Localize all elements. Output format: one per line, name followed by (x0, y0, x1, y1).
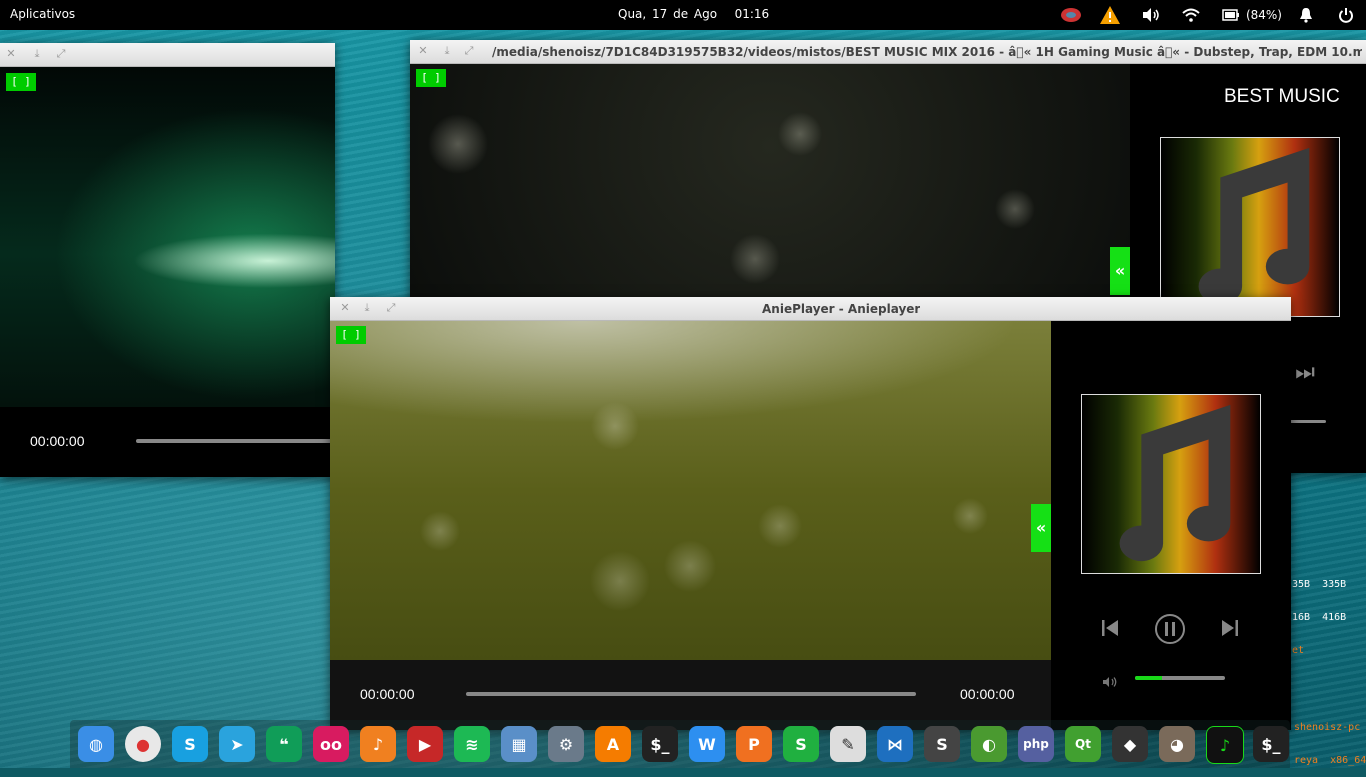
php-icon[interactable]: php (1018, 726, 1054, 762)
top-panel: Aplicativos Qua, 17 de Ago 01:16 (84%) (0, 0, 1366, 30)
sublime-icon[interactable]: S (924, 726, 960, 762)
chrome-icon[interactable]: ● (125, 726, 161, 762)
battery-percent: (84%) (1245, 8, 1282, 22)
maximize-icon[interactable]: ⤢ (54, 47, 68, 61)
music-icon[interactable]: ♪ (360, 726, 396, 762)
flickr-icon[interactable]: oo (313, 726, 349, 762)
maximize-icon[interactable]: ⤢ (462, 44, 476, 58)
album-cover (1081, 394, 1261, 574)
window-title: /media/shenoisz/7D1C84D319575B32/videos/… (492, 45, 1362, 59)
battery-indicator[interactable]: (84%) (1222, 5, 1282, 25)
text-editor-icon[interactable]: ✎ (830, 726, 866, 762)
warning-icon[interactable] (1098, 5, 1122, 25)
maximize-icon[interactable]: ⤢ (384, 301, 398, 315)
conky-line: et (1292, 645, 1305, 656)
minimize-icon[interactable]: ⤓ (360, 301, 374, 315)
music-note-icon (1119, 404, 1231, 562)
panel-time: 01:16 (734, 7, 770, 21)
conky-hostname: shenoisz-pc (1294, 722, 1361, 733)
window-title: AniePlayer - Anieplayer (762, 302, 921, 316)
volume-slider[interactable] (1135, 676, 1225, 680)
volume-bar[interactable] (1290, 420, 1326, 423)
fullscreen-tag[interactable]: [ ] (416, 69, 446, 87)
album-cover (1160, 137, 1340, 317)
elapsed-time: 00:00:00 (30, 433, 85, 449)
conky-arch: reya x86_64 (1294, 755, 1366, 766)
panel-clock[interactable]: Qua, 17 de Ago 01:16 (618, 7, 769, 21)
wifi-icon[interactable] (1180, 5, 1202, 25)
volume-level (1135, 676, 1162, 680)
fullscreen-tag[interactable]: [ ] (6, 73, 36, 91)
eclipse-icon[interactable]: ◐ (971, 726, 1007, 762)
minimize-icon[interactable]: ⤓ (440, 44, 454, 58)
player-window-left[interactable]: ✕ ⤓ ⤢ [ ] 00:00:00 (0, 43, 335, 477)
appcenter-icon[interactable]: A (595, 726, 631, 762)
close-icon[interactable]: ✕ (4, 47, 18, 61)
conky-net-stats: 35B 335B 16B 416B et (1292, 557, 1346, 667)
terminal2-icon[interactable]: $_ (1253, 726, 1289, 762)
elementary-icon[interactable]: ◍ (78, 726, 114, 762)
hangouts-icon[interactable]: ❝ (266, 726, 302, 762)
window-titlebar[interactable]: ✕ ⤓ ⤢ (0, 43, 335, 67)
minimize-icon[interactable]: ⤓ (30, 47, 44, 61)
volume-icon[interactable] (1140, 5, 1162, 25)
close-icon[interactable]: ✕ (416, 44, 430, 58)
wps-presentation-icon[interactable]: P (736, 726, 772, 762)
power-icon[interactable] (1336, 5, 1356, 25)
wps-writer-icon[interactable]: W (689, 726, 725, 762)
youtube-icon[interactable]: ▶ (407, 726, 443, 762)
battery-icon (1222, 9, 1239, 21)
sidebar-title: BEST MUSIC (1224, 86, 1340, 107)
total-duration: 00:00:00 (960, 686, 1015, 702)
spotify-icon[interactable]: ≋ (454, 726, 490, 762)
vscode-icon[interactable]: ⋈ (877, 726, 913, 762)
pause-icon[interactable] (1153, 613, 1187, 651)
next-track-icon[interactable]: ⏭ (1290, 360, 1320, 385)
player-window-main[interactable]: ✕ ⤓ ⤢ AniePlayer - Anieplayer [ ] 00:00:… (330, 297, 1291, 730)
sidebar-toggle-button[interactable]: « (1110, 247, 1130, 295)
conky-host: shenoisz-pc reya x86_64 (1294, 700, 1366, 777)
app-indicator-icon[interactable] (1060, 5, 1082, 25)
dock: ◍ ● S ➤ ❝ oo ♪ ▶ ≋ ▦ ⚙ A $_ W P S ✎ ⋈ S ◐ php Qt ◆ ◕ ♪ $_ (70, 720, 1290, 768)
photos-icon[interactable]: ▦ (501, 726, 537, 762)
conky-line: 16B 416B (1292, 612, 1347, 623)
inkscape-icon[interactable]: ◆ (1112, 726, 1148, 762)
terminal-icon[interactable]: $_ (642, 726, 678, 762)
playlist-sidebar (1051, 321, 1291, 730)
applications-menu[interactable]: Aplicativos (10, 7, 75, 21)
volume-icon[interactable] (1101, 669, 1119, 694)
fullscreen-tag[interactable]: [ ] (336, 326, 366, 344)
close-icon[interactable]: ✕ (338, 301, 352, 315)
video-area[interactable] (0, 67, 335, 407)
gimp-icon[interactable]: ◕ (1159, 726, 1195, 762)
next-track-icon[interactable] (1215, 617, 1245, 645)
qt-icon[interactable]: Qt (1065, 726, 1101, 762)
telegram-icon[interactable]: ➤ (219, 726, 255, 762)
window-titlebar[interactable]: ✕ ⤓ ⤢ AniePlayer - Anieplayer (330, 297, 1291, 321)
seek-bar[interactable] (466, 692, 916, 696)
video-area[interactable] (330, 321, 1051, 660)
anieplayer-icon[interactable]: ♪ (1206, 726, 1244, 764)
switchboard-icon[interactable]: ⚙ (548, 726, 584, 762)
notification-bell-icon[interactable] (1296, 5, 1316, 25)
skype-icon[interactable]: S (172, 726, 208, 762)
window-titlebar[interactable]: ✕ ⤓ ⤢ /media/shenoisz/7D1C84D319575B32/v… (410, 40, 1366, 64)
previous-track-icon[interactable] (1095, 617, 1125, 645)
wps-spreadsheet-icon[interactable]: S (783, 726, 819, 762)
panel-date: Qua, 17 de Ago (618, 7, 718, 21)
music-note-icon (1198, 147, 1310, 305)
elapsed-time: 00:00:00 (360, 686, 415, 702)
conky-line: 35B 335B (1292, 579, 1347, 590)
sidebar-toggle-button[interactable]: « (1031, 504, 1051, 552)
seek-bar[interactable] (136, 439, 335, 443)
